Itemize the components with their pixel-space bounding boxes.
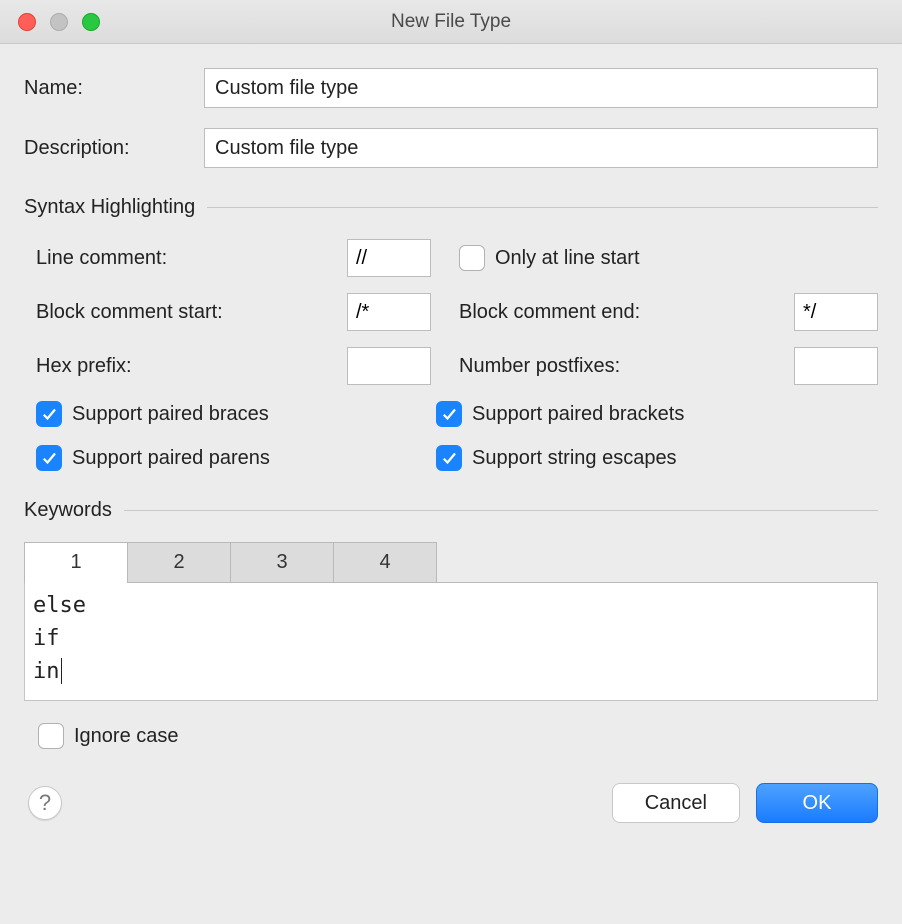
help-button[interactable]: ? xyxy=(28,786,62,820)
block-comment-start-input[interactable] xyxy=(347,293,431,331)
minimize-window-button[interactable] xyxy=(50,13,68,31)
window-title: New File Type xyxy=(0,11,902,33)
support-braces-checkbox[interactable] xyxy=(36,401,62,427)
keywords-section-title: Keywords xyxy=(24,499,112,522)
line-comment-label: Line comment: xyxy=(36,247,347,270)
close-window-button[interactable] xyxy=(18,13,36,31)
tab-1[interactable]: 1 xyxy=(24,542,128,582)
name-label: Name: xyxy=(24,77,204,100)
name-input[interactable] xyxy=(204,68,878,108)
hex-prefix-label: Hex prefix: xyxy=(36,355,347,378)
tab-4[interactable]: 4 xyxy=(333,542,437,582)
block-comment-end-input[interactable] xyxy=(794,293,878,331)
keywords-tabs: 1 2 3 4 xyxy=(24,542,878,583)
syntax-section-title: Syntax Highlighting xyxy=(24,196,195,219)
tab-3[interactable]: 3 xyxy=(230,542,334,582)
support-escapes-checkbox[interactable] xyxy=(436,445,462,471)
tab-2[interactable]: 2 xyxy=(127,542,231,582)
ignore-case-label: Ignore case xyxy=(74,725,179,748)
maximize-window-button[interactable] xyxy=(82,13,100,31)
keywords-textarea[interactable]: else if in xyxy=(24,583,878,701)
description-input[interactable] xyxy=(204,128,878,168)
cancel-button[interactable]: Cancel xyxy=(612,783,740,823)
ignore-case-checkbox[interactable] xyxy=(38,723,64,749)
divider xyxy=(124,510,878,511)
only-at-line-start-label: Only at line start xyxy=(495,247,640,270)
support-parens-checkbox[interactable] xyxy=(36,445,62,471)
support-braces-label: Support paired braces xyxy=(72,403,269,426)
only-at-line-start-checkbox[interactable] xyxy=(459,245,485,271)
block-comment-end-label: Block comment end: xyxy=(459,301,794,324)
support-parens-label: Support paired parens xyxy=(72,447,270,470)
traffic-lights xyxy=(0,13,100,31)
ok-button[interactable]: OK xyxy=(756,783,878,823)
description-label: Description: xyxy=(24,137,204,160)
hex-prefix-input[interactable] xyxy=(347,347,431,385)
block-comment-start-label: Block comment start: xyxy=(36,301,347,324)
titlebar: New File Type xyxy=(0,0,902,44)
support-brackets-label: Support paired brackets xyxy=(472,403,684,426)
line-comment-input[interactable] xyxy=(347,239,431,277)
keywords-content: else if in xyxy=(33,593,86,684)
divider xyxy=(207,207,878,208)
support-brackets-checkbox[interactable] xyxy=(436,401,462,427)
number-postfixes-input[interactable] xyxy=(794,347,878,385)
support-escapes-label: Support string escapes xyxy=(472,447,677,470)
text-cursor xyxy=(61,658,62,684)
number-postfixes-label: Number postfixes: xyxy=(459,355,794,378)
